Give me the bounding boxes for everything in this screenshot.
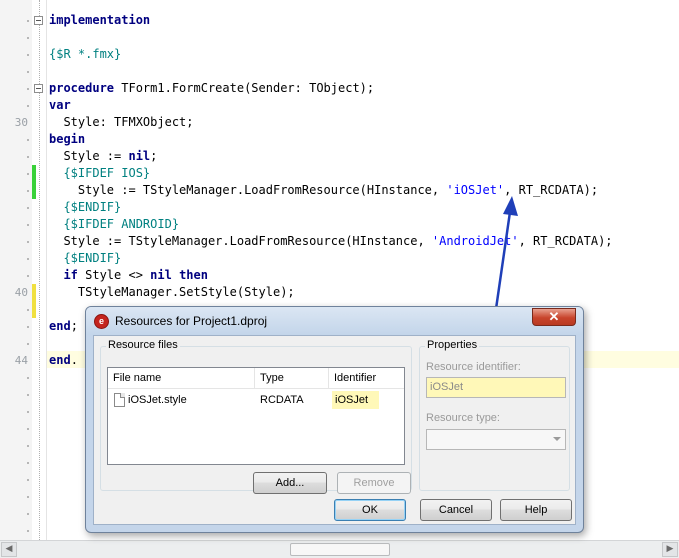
scroll-right-icon[interactable]: ▶ <box>662 542 678 557</box>
resource-files-label: Resource files <box>106 339 180 351</box>
column-header-file-name[interactable]: File name <box>108 368 255 388</box>
remove-button[interactable]: Remove <box>337 472 411 494</box>
properties-group: Properties Resource identifier: iOSJet R… <box>419 339 570 491</box>
resource-type-label: Resource type: <box>426 412 500 424</box>
column-header-identifier[interactable]: Identifier <box>329 368 404 388</box>
dialog-title: Resources for Project1.dproj <box>115 314 268 328</box>
row-identifier: iOSJet <box>332 391 379 409</box>
column-header-type[interactable]: Type <box>255 368 329 388</box>
scrollbar-thumb[interactable] <box>290 543 390 556</box>
horizontal-scrollbar[interactable]: ◀ ▶ <box>0 540 679 558</box>
resource-files-group: Resource files File name Type Identifier… <box>100 339 412 494</box>
help-button[interactable]: Help <box>500 499 572 521</box>
close-button[interactable]: ✕ <box>532 308 576 326</box>
scroll-left-icon[interactable]: ◀ <box>1 542 17 557</box>
dialog-client: Resource files File name Type Identifier… <box>93 335 576 525</box>
resource-list[interactable]: File name Type Identifier iOSJet.style R… <box>107 367 405 465</box>
resources-dialog: e Resources for Project1.dproj ✕ Resourc… <box>85 306 584 533</box>
resource-identifier-field[interactable]: iOSJet <box>426 377 566 398</box>
row-type: RCDATA <box>260 394 304 406</box>
ok-button[interactable]: OK <box>334 499 406 521</box>
list-header: File name Type Identifier <box>108 368 404 389</box>
resource-type-combo[interactable] <box>426 429 566 450</box>
add-button[interactable]: Add... <box>253 472 327 494</box>
dialog-titlebar[interactable]: e Resources for Project1.dproj ✕ <box>86 307 583 335</box>
properties-label: Properties <box>425 339 480 351</box>
file-icon <box>114 393 125 407</box>
arrow-head <box>503 196 518 216</box>
row-file-name: iOSJet.style <box>128 394 187 406</box>
app-icon: e <box>94 314 109 329</box>
cancel-button[interactable]: Cancel <box>420 499 492 521</box>
chevron-down-icon[interactable] <box>553 437 561 441</box>
resource-identifier-label: Resource identifier: <box>426 361 521 373</box>
